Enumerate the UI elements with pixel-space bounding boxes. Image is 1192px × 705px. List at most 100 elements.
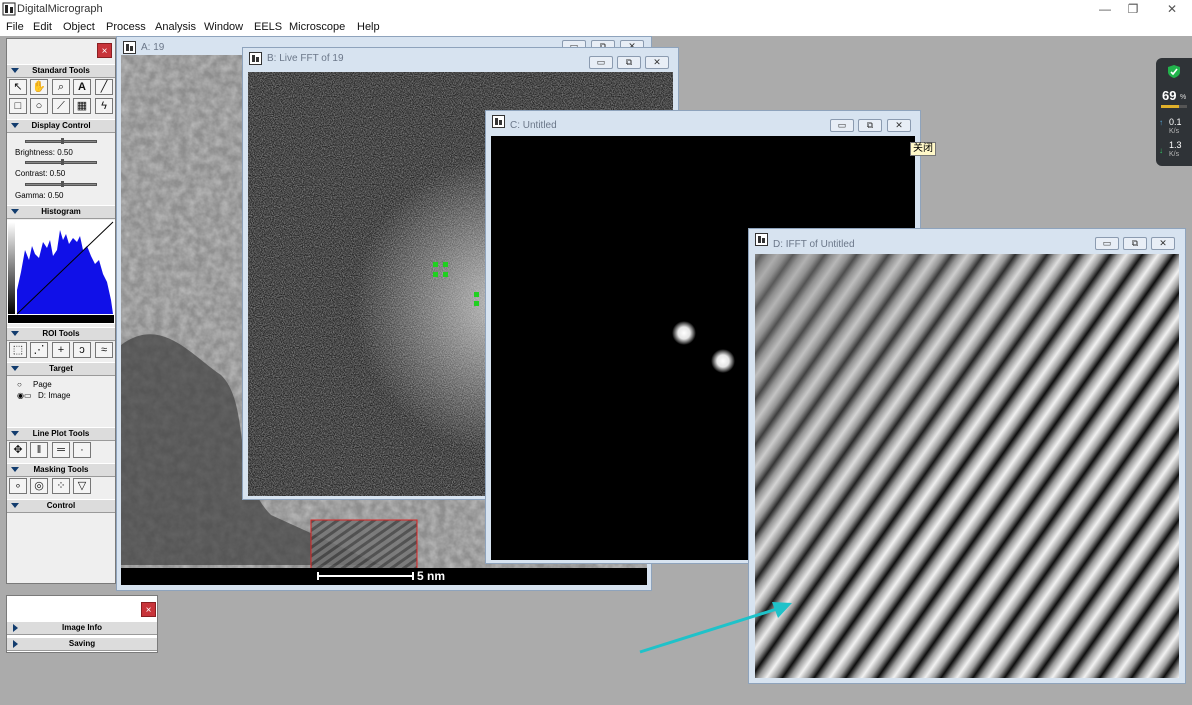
text-tool-icon[interactable]: A [73,79,91,95]
wand-tool-icon[interactable]: ⟋ [52,98,70,114]
saving-header[interactable]: Saving [7,637,157,651]
menu-eels[interactable]: EELS [251,19,285,36]
arrow-tool-icon[interactable]: ↖ [9,79,27,95]
target-header[interactable]: Target [7,362,115,376]
oval-tool-icon[interactable]: ○ [30,98,48,114]
slider-thumb[interactable] [61,138,64,144]
menu-analysis[interactable]: Analysis [152,19,199,36]
expand-triangle-icon [13,640,18,648]
minimize-button[interactable]: — [1095,2,1115,16]
image-radio-icon[interactable]: ◉▭ [17,391,32,400]
brightness-label: Brightness: 0.50 [15,148,73,157]
maximize-button[interactable]: ⧉ [858,119,882,132]
close-button[interactable]: ✕ [1162,2,1182,16]
display-control-header[interactable]: Display Control [7,119,115,133]
magnify-tool-icon[interactable]: ⌕ [52,79,70,95]
masking-tools-header[interactable]: Masking Tools [7,463,115,477]
menu-edit[interactable]: Edit [30,19,55,36]
window-title-bar[interactable]: D: IFFT of Untitled ▭ ⧉ ✕ [749,229,1185,251]
line-tool-icon[interactable]: ╱ [95,79,113,95]
image-window-icon [492,115,505,128]
line-plot-tools-header[interactable]: Line Plot Tools [7,427,115,441]
upload-speed: 0.1 [1169,117,1182,127]
download-arrow-icon: ↓ [1159,146,1163,155]
menu-window[interactable]: Window [201,19,246,36]
info-panel-close-button[interactable]: × [141,602,156,617]
wedge-mask-icon[interactable]: ▽ [73,478,91,494]
collapse-triangle-icon [11,503,19,508]
ifft-image-canvas[interactable] [755,254,1179,678]
collapse-triangle-icon [11,467,19,472]
contrast-label: Contrast: 0.50 [15,169,66,178]
menu-microscope[interactable]: Microscope [286,19,348,36]
point-roi-icon[interactable]: + [52,342,70,358]
maximize-button[interactable]: ⧉ [617,56,641,69]
expand-triangle-icon [13,624,18,632]
freehand-roi-icon[interactable]: ≈ [95,342,113,358]
collapse-triangle-icon [11,366,19,371]
close-button[interactable]: ✕ [1151,237,1175,250]
window-title: B: Live FFT of 19 [267,53,344,64]
vertical-marker-icon[interactable]: ‖ [30,442,48,458]
minimize-button[interactable]: ▭ [830,119,854,132]
menu-help[interactable]: Help [354,19,383,36]
image-tool-icon[interactable]: ▦ [73,98,91,114]
app-title: DigitalMicrograph [17,3,103,15]
upload-arrow-icon: ↑ [1159,118,1163,127]
scale-bar-label: 5 nm [417,569,446,583]
roi-tools-header[interactable]: ROI Tools [7,327,115,341]
move-plot-icon[interactable]: ✥ [9,442,27,458]
lasso-roi-icon[interactable]: ↄ [73,342,91,358]
maximize-button[interactable]: ⧉ [1123,237,1147,250]
image-window-icon [755,233,768,246]
microscope-app-icon [2,2,16,16]
battery-bar-fill [1161,105,1179,108]
image-window-d[interactable]: D: IFFT of Untitled ▭ ⧉ ✕ [748,228,1186,684]
close-button[interactable]: ✕ [887,119,911,132]
target-image-label: D: Image [38,391,71,400]
minimize-button[interactable]: ▭ [1095,237,1119,250]
upload-unit: K/s [1169,128,1180,135]
menu-file[interactable]: File [3,19,27,36]
page-radio-icon[interactable]: ○ [17,380,22,389]
standard-tools-header[interactable]: Standard Tools [7,64,115,78]
control-header[interactable]: Control [7,499,115,513]
hand-tool-icon[interactable]: ✋ [30,79,48,95]
network-speed-widget[interactable]: 69 % ↑ 0.1 K/s ↓ 1.3 K/s [1156,58,1192,166]
annotation-arrow [639,602,792,654]
point-marker-icon[interactable]: · [73,442,91,458]
menu-bar: File Edit Object Process Analysis Window… [0,19,1192,36]
window-title-bar[interactable]: C: Untitled ▭ ⧉ ✕ [486,111,920,133]
contrast-slider[interactable] [25,159,97,165]
close-tooltip: 关闭 [910,142,936,156]
slider-thumb[interactable] [61,159,64,165]
brightness-slider[interactable] [25,138,97,144]
window-title-bar[interactable]: B: Live FFT of 19 ▭ ⧉ ✕ [243,48,678,70]
lasso-tool-icon[interactable]: ϟ [95,98,113,114]
image-window-icon [123,41,136,54]
collapse-triangle-icon [11,431,19,436]
spot-mask-icon[interactable]: ∘ [9,478,27,494]
collapse-triangle-icon [11,123,19,128]
shield-icon [1168,65,1180,78]
window-title: A: 19 [141,42,165,53]
ring-mask-icon[interactable]: ◎ [30,478,48,494]
histogram-header[interactable]: Histogram [7,205,115,219]
target-page-label: Page [33,380,52,389]
array-mask-icon[interactable]: ⁘ [52,478,70,494]
menu-object[interactable]: Object [60,19,98,36]
menu-process[interactable]: Process [103,19,149,36]
horizontal-marker-icon[interactable]: ═ [52,442,70,458]
minimize-button[interactable]: ▭ [589,56,613,69]
slider-thumb[interactable] [61,181,64,187]
histogram-plot [7,220,115,324]
toolbox-close-button[interactable]: × [97,43,112,58]
rect-roi-icon[interactable]: ⬚ [9,342,27,358]
line-roi-icon[interactable]: ⋰ [30,342,48,358]
image-info-header[interactable]: Image Info [7,621,157,635]
rectangle-tool-icon[interactable]: □ [9,98,27,114]
gamma-slider[interactable] [25,181,97,187]
restore-button[interactable]: ❐ [1123,2,1143,16]
window-title: C: Untitled [510,120,557,131]
close-button[interactable]: ✕ [645,56,669,69]
